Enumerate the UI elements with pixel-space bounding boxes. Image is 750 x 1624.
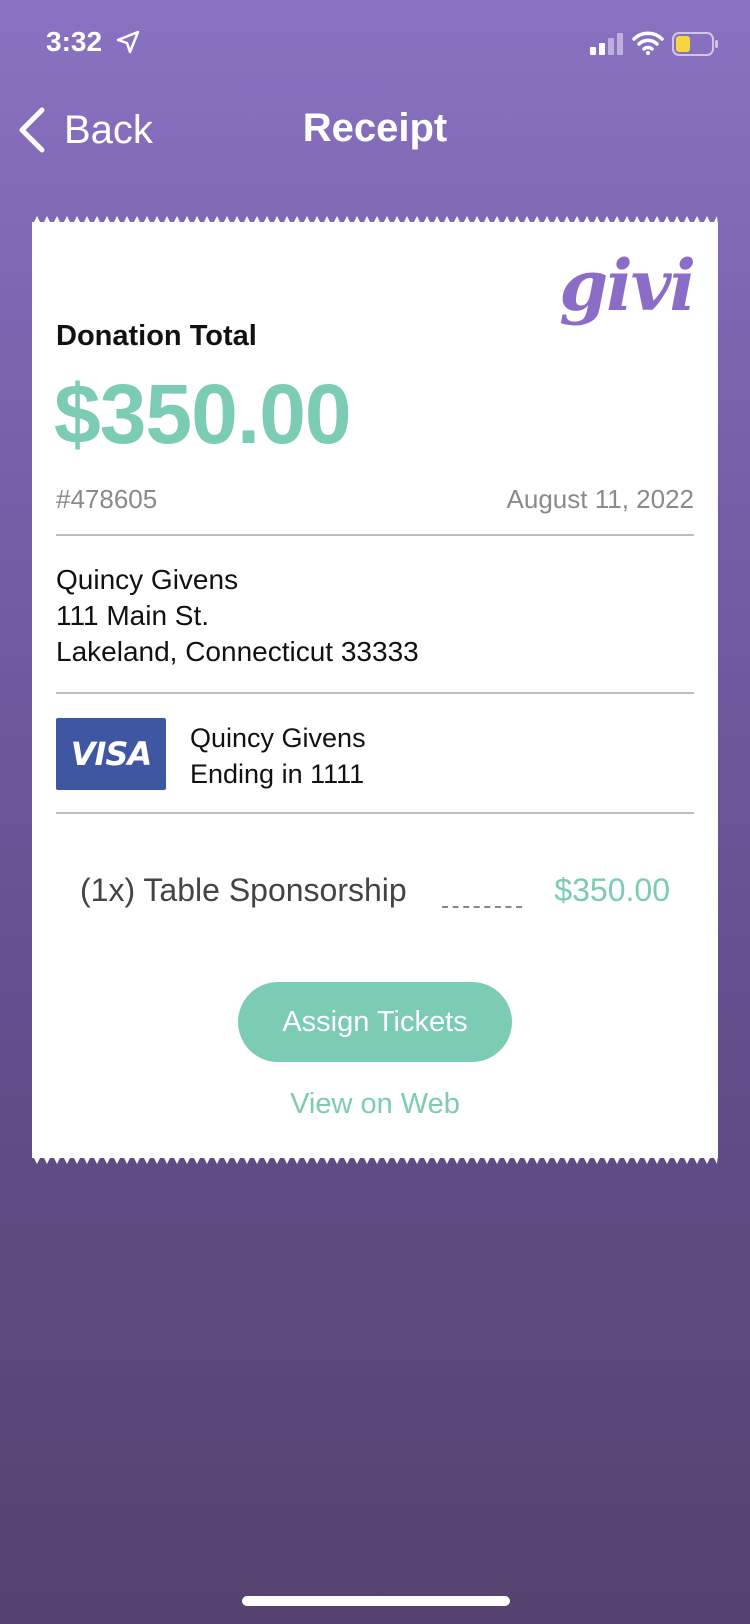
view-on-web-link[interactable]: View on Web	[32, 1088, 718, 1121]
card-brand-label: VISA	[70, 735, 152, 773]
home-indicator[interactable]	[242, 1596, 510, 1606]
divider	[56, 812, 694, 814]
receipt-torn-edge-top	[32, 216, 718, 226]
card-ending: Ending in 1111	[190, 759, 365, 789]
wifi-icon	[632, 31, 664, 55]
dotted-leader	[442, 906, 522, 908]
location-arrow-icon	[116, 30, 140, 54]
visa-card-icon: VISA	[56, 718, 166, 790]
divider	[56, 534, 694, 536]
billing-address: Quincy Givens 111 Main St. Lakeland, Con…	[56, 562, 419, 670]
page-title: Receipt	[302, 106, 448, 150]
receipt-torn-edge-bottom	[32, 1154, 718, 1164]
line-item-label: (1x) Table Sponsorship	[80, 872, 407, 908]
divider	[56, 692, 694, 694]
status-bar: 3:32	[0, 0, 750, 90]
address-city-state-zip: Lakeland, Connecticut 33333	[56, 636, 419, 667]
receipt-number: #478605	[56, 484, 158, 514]
donation-total-amount: $350.00	[54, 367, 352, 461]
address-street: 111 Main St.	[56, 600, 210, 631]
line-item: (1x) Table Sponsorship $350.00	[32, 872, 718, 922]
address-name: Quincy Givens	[56, 564, 239, 595]
assign-tickets-button[interactable]: Assign Tickets	[238, 982, 512, 1062]
battery-low-icon	[672, 32, 718, 56]
receipt-date: August 11, 2022	[506, 484, 694, 514]
status-time: 3:32	[46, 26, 103, 57]
donation-total-label: Donation Total	[56, 320, 257, 352]
cellular-signal-icon	[590, 33, 623, 55]
givi-logo: givi	[559, 244, 696, 327]
line-item-price: $350.00	[554, 872, 670, 908]
navigation-bar: Back Receipt	[0, 90, 750, 170]
card-holder-name: Quincy Givens	[190, 723, 366, 753]
receipt-card: givi Donation Total $350.00 #478605 Augu…	[32, 216, 718, 1164]
payment-info: Quincy Givens Ending in 1111	[190, 720, 366, 792]
